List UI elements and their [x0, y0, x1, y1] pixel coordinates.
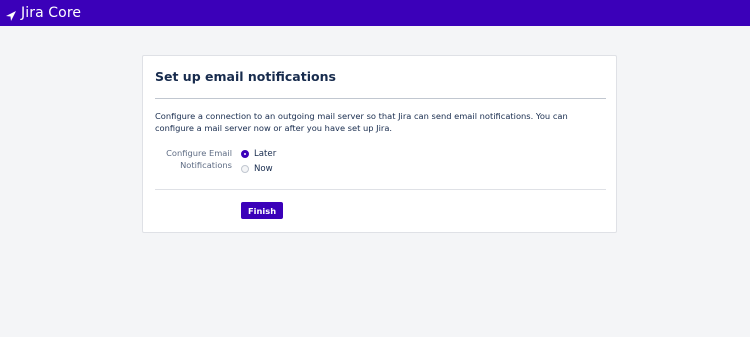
- email-notifications-card: Set up email notifications Configure a c…: [142, 55, 617, 233]
- radio-option-now[interactable]: Now: [241, 162, 276, 176]
- radio-option-later[interactable]: Later: [241, 147, 276, 161]
- top-navigation-bar: Jira Core: [0, 0, 750, 26]
- page-title: Set up email notifications: [155, 69, 336, 84]
- email-config-radio-group: Later Now: [241, 147, 276, 177]
- jira-core-logo[interactable]: Jira Core: [5, 5, 81, 21]
- configure-email-label: Configure Email Notifications: [166, 148, 232, 170]
- radio-now-unchecked[interactable]: [241, 165, 249, 173]
- radio-later-checked[interactable]: [241, 150, 249, 158]
- jira-triangle-icon: [5, 7, 17, 21]
- radio-label-later[interactable]: Later: [254, 149, 276, 159]
- title-divider: [155, 98, 606, 99]
- description-text: Configure a connection to an outgoing ma…: [155, 111, 568, 133]
- logo-text: Jira Core: [21, 5, 82, 21]
- footer-divider: [155, 189, 606, 190]
- finish-button[interactable]: Finish: [241, 202, 284, 219]
- radio-label-now[interactable]: Now: [254, 164, 273, 174]
